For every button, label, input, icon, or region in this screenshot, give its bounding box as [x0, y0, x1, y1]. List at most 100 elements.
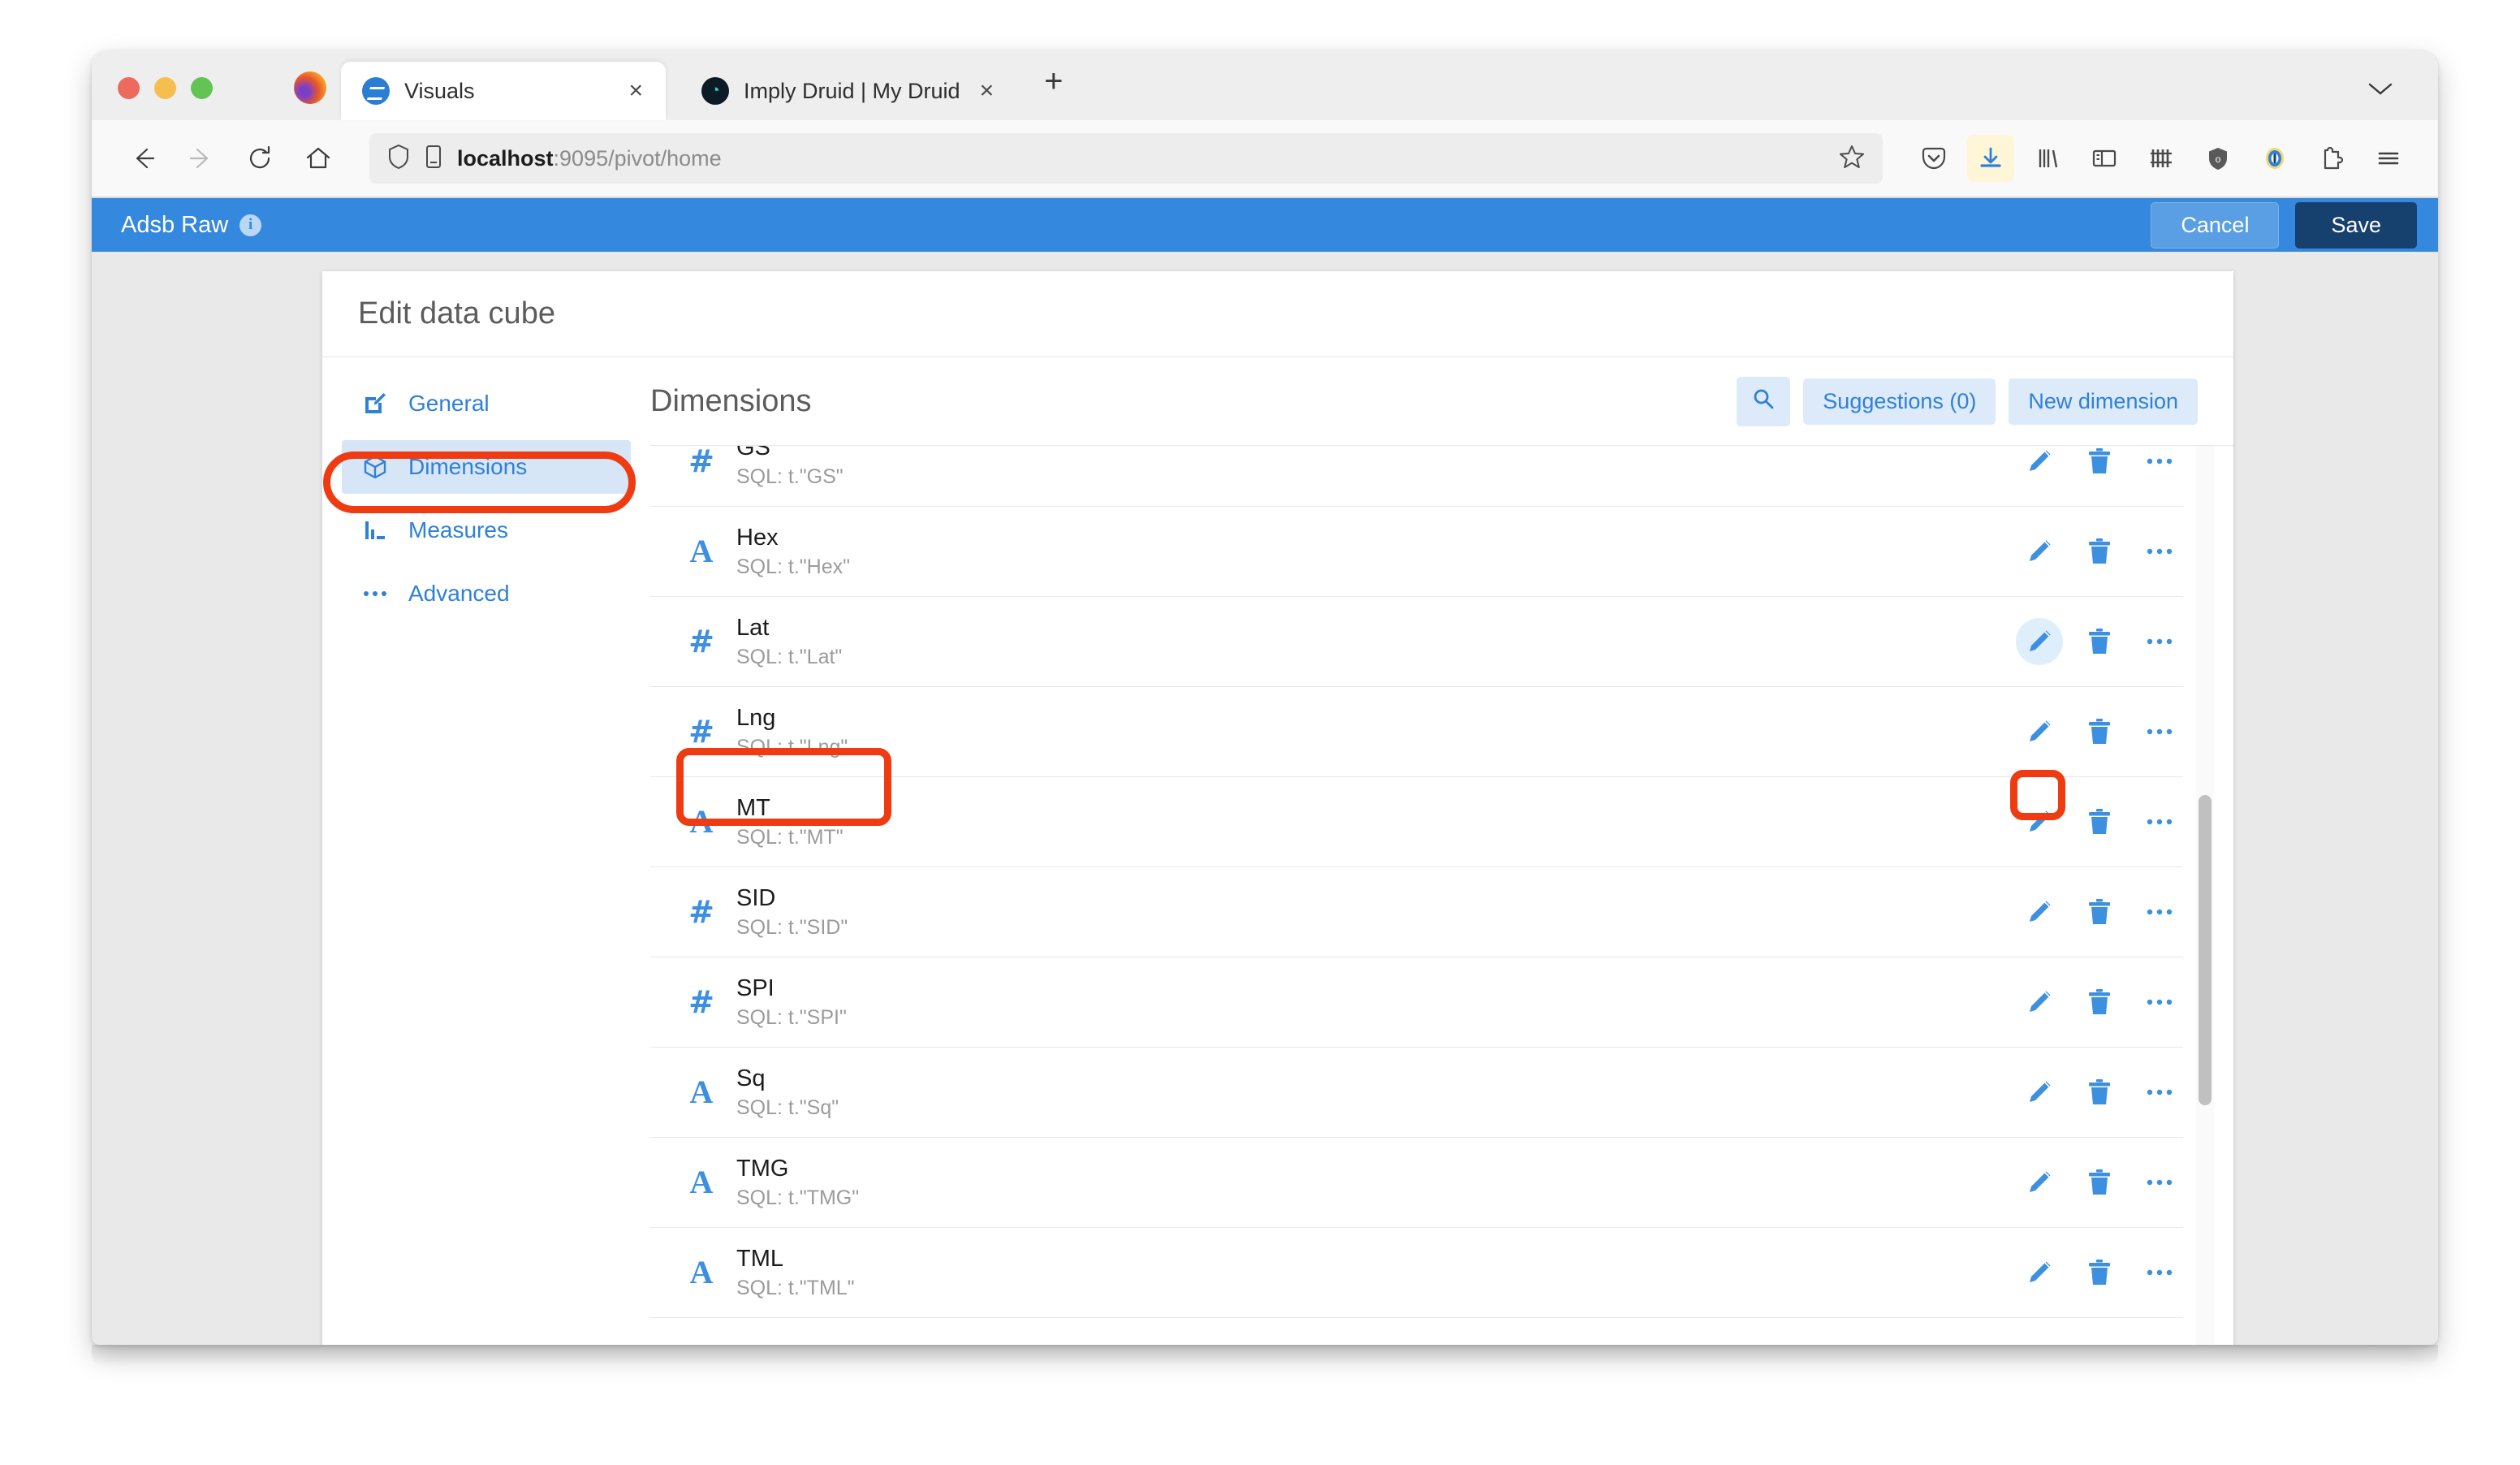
dimension-row[interactable]: #GSSQL: t."GS"	[650, 445, 2183, 507]
info-icon[interactable]: i	[239, 214, 261, 236]
library-icon[interactable]	[2024, 135, 2071, 182]
string-type-icon: A	[690, 1166, 714, 1199]
trash-icon[interactable]	[2076, 888, 2123, 936]
sidebar-item-dimensions[interactable]: Dimensions	[342, 440, 631, 494]
pencil-icon[interactable]	[2016, 1249, 2063, 1296]
downloads-icon[interactable]	[1967, 135, 2014, 182]
dimension-type-icon: #	[667, 626, 736, 657]
more-options-ellipsis-icon[interactable]	[2136, 1249, 2183, 1296]
shield-icon[interactable]: o	[2194, 135, 2242, 182]
more-options-ellipsis-icon[interactable]	[2136, 1069, 2183, 1116]
pocket-icon[interactable]	[1910, 135, 1957, 182]
page-info-icon[interactable]	[425, 145, 442, 173]
dimension-name: GS	[736, 445, 2016, 464]
pencil-icon[interactable]	[2016, 888, 2063, 936]
pencil-icon[interactable]	[2016, 618, 2063, 665]
trash-icon[interactable]	[2076, 1249, 2123, 1296]
save-button[interactable]: Save	[2295, 202, 2417, 248]
more-options-ellipsis-icon[interactable]	[2136, 618, 2183, 665]
pencil-icon[interactable]	[2016, 528, 2063, 575]
trash-icon[interactable]	[2076, 1159, 2123, 1206]
more-options-ellipsis-icon[interactable]	[2136, 888, 2183, 936]
dimensions-scrollbar-track[interactable]	[2196, 446, 2214, 1345]
pencil-icon[interactable]	[2016, 979, 2063, 1026]
more-options-ellipsis-icon[interactable]	[2136, 798, 2183, 845]
number-type-icon: #	[688, 716, 714, 747]
home-icon[interactable]	[293, 133, 343, 184]
more-options-ellipsis-icon[interactable]	[2136, 445, 2183, 485]
dimension-type-icon: A	[667, 1076, 736, 1108]
dimensions-scrollbar-thumb[interactable]	[2199, 795, 2211, 1105]
more-options-ellipsis-icon[interactable]	[2136, 528, 2183, 575]
back-icon[interactable]	[118, 133, 168, 184]
close-window-button[interactable]	[118, 77, 140, 99]
new-tab-button[interactable]: +	[1044, 65, 1063, 97]
svg-text:o: o	[2216, 153, 2221, 165]
new-dimension-button[interactable]: New dimension	[2009, 378, 2198, 425]
forward-icon[interactable]	[176, 133, 227, 184]
edit-square-icon	[361, 390, 389, 417]
tab-imply-druid[interactable]: ◔ Imply Druid | My Druid ×	[680, 62, 1016, 120]
reload-icon[interactable]	[235, 133, 285, 184]
dimension-info: SPISQL: t."SPI"	[736, 974, 2016, 1030]
string-type-icon: A	[690, 1076, 714, 1108]
dimension-row[interactable]: #SIDSQL: t."SID"	[650, 867, 2183, 957]
dimension-row[interactable]: ASqSQL: t."Sq"	[650, 1048, 2183, 1138]
trash-icon[interactable]	[2076, 445, 2123, 485]
sidebar-icon[interactable]	[2081, 135, 2128, 182]
dimension-row-actions	[2016, 618, 2183, 665]
dimension-type-icon: #	[667, 987, 736, 1018]
card-title: Edit data cube	[358, 296, 555, 331]
address-bar[interactable]: localhost:9095/pivot/home	[369, 133, 1883, 184]
dimension-name: Lat	[736, 613, 2016, 643]
sidebar-item-advanced[interactable]: Advanced	[342, 567, 631, 620]
pencil-icon[interactable]	[2016, 1159, 2063, 1206]
close-tab-icon[interactable]: ×	[624, 79, 648, 103]
maximize-window-button[interactable]	[191, 77, 213, 99]
dimension-row[interactable]: #SPISQL: t."SPI"	[650, 957, 2183, 1048]
sidebar-item-general[interactable]: General	[342, 377, 631, 430]
more-options-ellipsis-icon[interactable]	[2136, 708, 2183, 755]
url-text: localhost:9095/pivot/home	[457, 146, 1824, 171]
dimension-row[interactable]: #LngSQL: t."Lng"	[650, 687, 2183, 777]
pencil-icon[interactable]	[2016, 445, 2063, 485]
dimension-name: TMG	[736, 1154, 2016, 1184]
more-options-ellipsis-icon[interactable]	[2136, 979, 2183, 1026]
sidebar-item-label: Measures	[408, 517, 508, 543]
dimension-row[interactable]: AMTSQL: t."MT"	[650, 777, 2183, 867]
tab-title: Visuals	[404, 79, 609, 104]
container-tabs-icon[interactable]	[2138, 135, 2185, 182]
dimension-sql: SQL: t."Sq"	[736, 1095, 2016, 1121]
app-menu-icon[interactable]	[2365, 135, 2412, 182]
dimension-row[interactable]: #LatSQL: t."Lat"	[650, 597, 2183, 687]
pencil-icon[interactable]	[2016, 1069, 2063, 1116]
pencil-icon[interactable]	[2016, 708, 2063, 755]
list-all-tabs-chevron-down-icon[interactable]	[2368, 77, 2393, 102]
privacy-badger-icon[interactable]	[2251, 135, 2298, 182]
cancel-button[interactable]: Cancel	[2151, 202, 2279, 248]
dimension-row[interactable]: ATMGSQL: t."TMG"	[650, 1138, 2183, 1228]
pencil-icon[interactable]	[2016, 798, 2063, 845]
sidebar-item-measures[interactable]: Measures	[342, 503, 631, 557]
dimension-row[interactable]: ATMLSQL: t."TML"	[650, 1228, 2183, 1318]
suggestions-button[interactable]: Suggestions (0)	[1803, 378, 1996, 425]
trash-icon[interactable]	[2076, 708, 2123, 755]
search-button[interactable]	[1737, 377, 1790, 426]
trash-icon[interactable]	[2076, 979, 2123, 1026]
dimension-name: SID	[736, 884, 2016, 914]
tracking-protection-icon[interactable]	[387, 144, 410, 174]
minimize-window-button[interactable]	[154, 77, 176, 99]
bookmark-star-icon[interactable]	[1839, 144, 1865, 174]
extensions-icon[interactable]	[2308, 135, 2355, 182]
trash-icon[interactable]	[2076, 798, 2123, 845]
tab-visuals[interactable]: Visuals ×	[341, 62, 666, 120]
close-tab-icon[interactable]: ×	[975, 79, 999, 103]
trash-icon[interactable]	[2076, 618, 2123, 665]
trash-icon[interactable]	[2076, 1069, 2123, 1116]
dimension-row[interactable]: AHexSQL: t."Hex"	[650, 507, 2183, 597]
dimension-name: Hex	[736, 523, 2016, 553]
card-header: Edit data cube	[322, 271, 2233, 357]
dimension-type-icon: #	[667, 446, 736, 477]
more-options-ellipsis-icon[interactable]	[2136, 1159, 2183, 1206]
trash-icon[interactable]	[2076, 528, 2123, 575]
